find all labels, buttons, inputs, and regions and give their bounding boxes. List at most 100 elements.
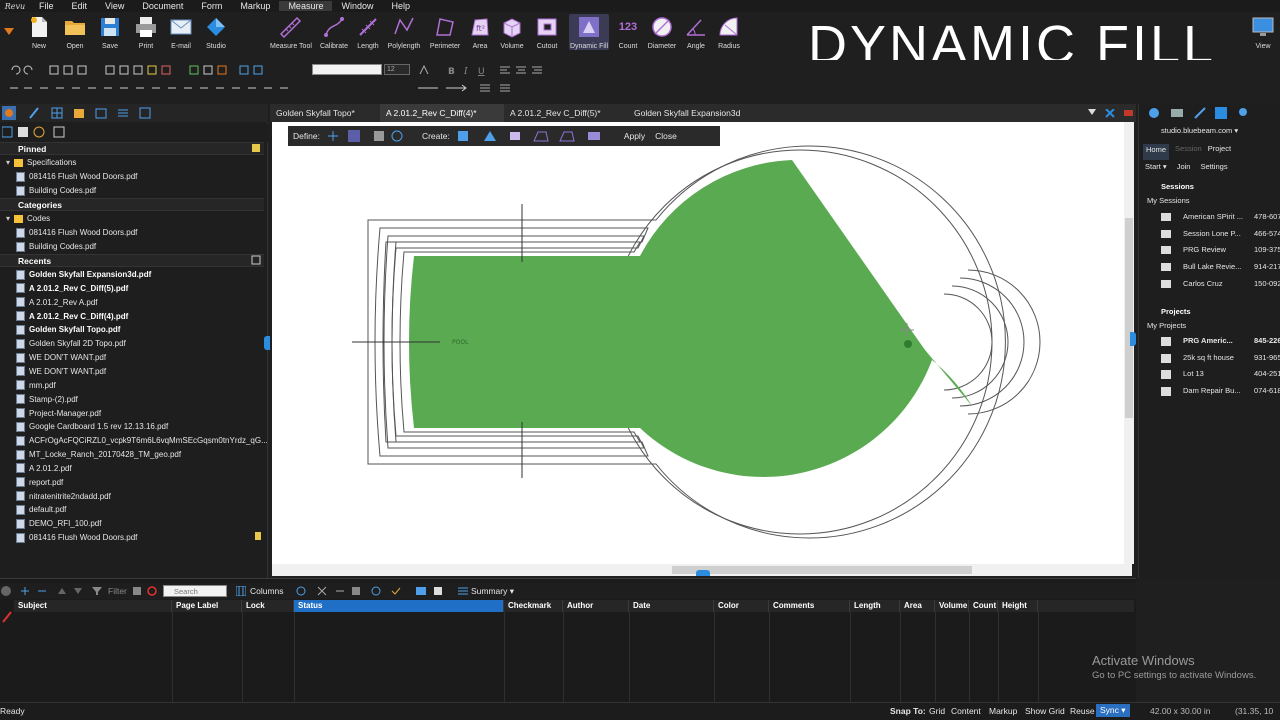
column-header-area[interactable]: Area	[900, 600, 935, 612]
measure-tool-button[interactable]: Measure Tool	[270, 14, 312, 50]
column-header-checkmark[interactable]: Checkmark	[504, 600, 563, 612]
session-item[interactable]: Session Lone P... 466-574	[1139, 227, 1280, 243]
session-item[interactable]: Bull Lake Revie... 914-217	[1139, 260, 1280, 276]
category-file[interactable]: Building Codes.pdf	[16, 240, 96, 253]
email-button[interactable]: E-mail	[161, 14, 201, 50]
reuse-toggle[interactable]: Reuse	[1070, 706, 1095, 716]
menu-file[interactable]: File	[30, 1, 63, 11]
pinned-file[interactable]: Building Codes.pdf	[16, 184, 96, 197]
recent-file[interactable]: ACFrOgAcFQCiRZL0_vcpk9T6m6L6vqMmSEcGqsm0…	[16, 434, 268, 447]
recent-file[interactable]: A 2.01.2_Rev A.pdf	[16, 296, 98, 309]
menu-view[interactable]: View	[96, 1, 133, 11]
columns-button[interactable]: Columns	[250, 586, 284, 596]
tab-project[interactable]: Project	[1208, 144, 1231, 160]
right-panel-tab-icons[interactable]	[1147, 106, 1277, 120]
recent-file[interactable]: DEMO_RFI_100.pdf	[16, 517, 101, 530]
start-button[interactable]: Start ▾	[1145, 162, 1167, 178]
menu-help[interactable]: Help	[382, 1, 419, 11]
recent-file[interactable]: default.pdf	[16, 503, 66, 516]
cutout-button[interactable]: Cutout	[527, 14, 567, 50]
font-name-field[interactable]	[312, 64, 382, 75]
menu-measure[interactable]: Measure	[279, 1, 333, 11]
print-button[interactable]: Print	[126, 14, 166, 50]
toolbar-icons-left[interactable]	[6, 64, 306, 100]
dynamic-fill-area[interactable]	[409, 160, 932, 477]
doc-tab[interactable]: Golden Skyfall Topo*	[270, 104, 380, 122]
column-header-subject[interactable]: Subject	[14, 600, 172, 612]
pinned-file[interactable]: 081416 Flush Wood Doors.pdf	[16, 170, 137, 183]
define-tools[interactable]	[326, 129, 366, 143]
radius-button[interactable]: Radius	[709, 14, 749, 50]
column-header-page-label[interactable]: Page Label	[172, 600, 242, 612]
recent-file[interactable]: Golden Skyfall 2D Topo.pdf	[16, 337, 126, 350]
dynamic-fill-button[interactable]: Dynamic Fill	[569, 14, 609, 50]
pin-icon[interactable]	[254, 531, 262, 541]
recent-file[interactable]: A 2.01.2_Rev C_Diff(4).pdf	[16, 310, 128, 323]
project-item[interactable]: 25k sq ft house 931-965	[1139, 351, 1280, 367]
text-format-icons[interactable]: BIU	[416, 64, 556, 100]
recent-file[interactable]: WE DON'T WANT.pdf	[16, 365, 106, 378]
folder-codes[interactable]: ▾ Codes	[6, 212, 50, 225]
column-header-comments[interactable]: Comments	[769, 600, 850, 612]
snap-markup-toggle[interactable]: Markup	[989, 706, 1017, 716]
session-item[interactable]: PRG Review 109-375	[1139, 243, 1280, 259]
collapse-right-handle[interactable]	[1130, 332, 1136, 346]
column-header-author[interactable]: Author	[563, 600, 629, 612]
open-button[interactable]: Open	[55, 14, 95, 50]
save-button[interactable]: Save	[90, 14, 130, 50]
recent-file[interactable]: MT_Locke_Ranch_20170428_TM_geo.pdf	[16, 448, 181, 461]
perimeter-button[interactable]: Perimeter	[425, 14, 465, 50]
server-selector[interactable]: studio.bluebeam.com ▾	[1139, 126, 1280, 142]
recent-file[interactable]: Google Cardboard 1.5 rev 12.13.16.pdf	[16, 420, 168, 433]
project-item[interactable]: PRG Americ...845-226-	[1139, 334, 1280, 350]
markups-action-icons[interactable]	[296, 585, 456, 597]
column-header-volume[interactable]: Volume	[935, 600, 969, 612]
fill-tools[interactable]	[372, 129, 412, 143]
column-header-height[interactable]: Height	[998, 600, 1038, 612]
recent-file[interactable]: Stamp-(2).pdf	[16, 393, 78, 406]
recent-file[interactable]: mm.pdf	[16, 379, 56, 392]
folder-specifications[interactable]: ▾ Specifications	[6, 156, 76, 169]
apply-button[interactable]: Apply	[624, 131, 645, 141]
markups-nav-icons[interactable]	[20, 586, 110, 596]
panel-tab-icons[interactable]	[2, 106, 152, 120]
panel-tool-icons[interactable]	[2, 126, 72, 140]
polylength-button[interactable]: Polylength	[384, 14, 424, 50]
doc-tab[interactable]: Golden Skyfall Expansion3d	[628, 104, 758, 122]
section-pinned[interactable]: Pinned	[0, 142, 264, 155]
collapse-left-handle[interactable]	[264, 336, 270, 350]
column-header-color[interactable]: Color	[714, 600, 769, 612]
view-button[interactable]: View	[1248, 14, 1278, 50]
create-tools[interactable]	[456, 129, 616, 143]
project-item[interactable]: Lot 13 404-251	[1139, 367, 1280, 383]
menu-document[interactable]: Document	[133, 1, 192, 11]
session-item[interactable]: American SPirit ... 478-607	[1139, 210, 1280, 226]
section-recents[interactable]: Recents	[0, 254, 264, 267]
recent-file[interactable]: report.pdf	[16, 476, 63, 489]
recent-file[interactable]: nitratenitrite2ndadd.pdf	[16, 490, 111, 503]
document-canvas[interactable]: POOL	[272, 122, 1132, 564]
recent-file[interactable]: A 2.01.2_Rev C_Diff(5).pdf	[16, 282, 128, 295]
recent-file[interactable]: A 2.01.2.pdf	[16, 462, 72, 475]
menu-form[interactable]: Form	[192, 1, 231, 11]
column-header-status[interactable]: Status	[294, 600, 504, 612]
filter-label[interactable]: Filter	[108, 586, 127, 596]
column-header-date[interactable]: Date	[629, 600, 714, 612]
pool-drawing[interactable]: POOL	[272, 122, 1132, 564]
session-item[interactable]: Carlos Cruz 150-092	[1139, 277, 1280, 293]
doc-tab[interactable]: A 2.01.2_Rev C_Diff(5)*	[504, 104, 628, 122]
menu-window[interactable]: Window	[332, 1, 382, 11]
pin-icon[interactable]	[251, 143, 261, 153]
new-button[interactable]: New	[19, 14, 59, 50]
recent-file[interactable]: WE DON'T WANT.pdf	[16, 351, 106, 364]
category-file[interactable]: 081416 Flush Wood Doors.pdf	[16, 226, 137, 239]
recent-file[interactable]: Golden Skyfall Topo.pdf	[16, 323, 120, 336]
menu-edit[interactable]: Edit	[63, 1, 97, 11]
quick-tool-arrow-icon[interactable]	[4, 28, 14, 36]
collapse-bottom-handle[interactable]	[696, 570, 710, 576]
sync-button[interactable]: Sync ▾	[1096, 704, 1130, 717]
doc-tab-active[interactable]: A 2.01.2_Rev C_Diff(4)*	[380, 104, 504, 122]
menu-markup[interactable]: Markup	[231, 1, 279, 11]
markups-search-input[interactable]: Search	[163, 585, 227, 597]
section-categories[interactable]: Categories	[0, 198, 264, 211]
